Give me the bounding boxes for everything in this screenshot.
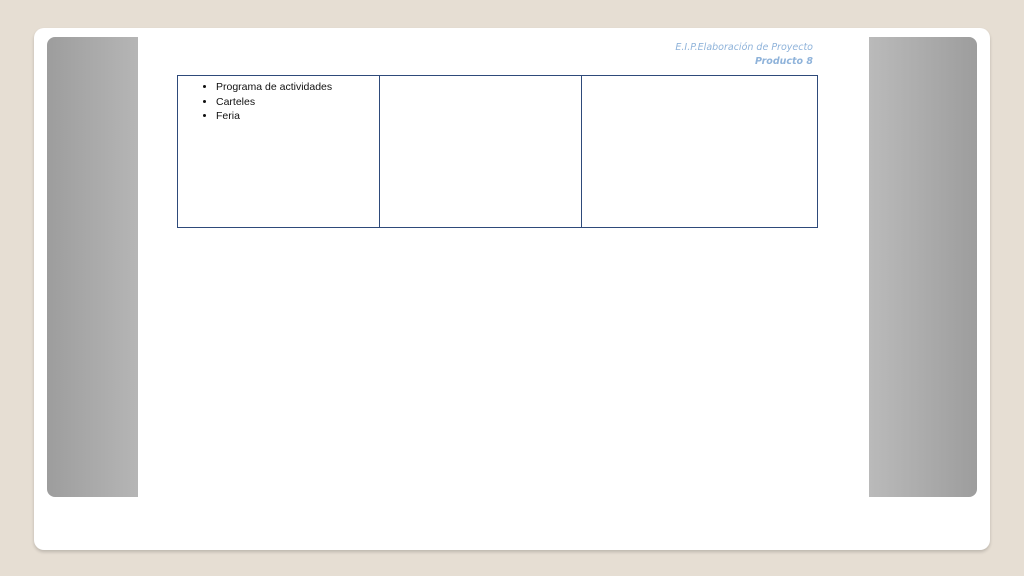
list-item: Carteles [216,95,379,110]
bullet-list: Programa de actividades Carteles Feria [178,80,379,124]
header-product-label: Producto 8 [754,56,813,67]
document-table: Programa de actividades Carteles Feria [177,75,818,228]
document-header: E.I.P.Elaboración de Proyecto Producto 8 [675,41,813,69]
table-cell-column-1: Programa de actividades Carteles Feria [178,76,380,227]
list-item: Programa de actividades [216,80,379,95]
list-item: Feria [216,109,379,124]
document-page: E.I.P.Elaboración de Proyecto Producto 8… [138,37,869,550]
table-cell-column-3 [582,76,817,227]
table-cell-column-2 [380,76,582,227]
header-project-title: E.I.P.Elaboración de Proyecto [675,42,813,53]
